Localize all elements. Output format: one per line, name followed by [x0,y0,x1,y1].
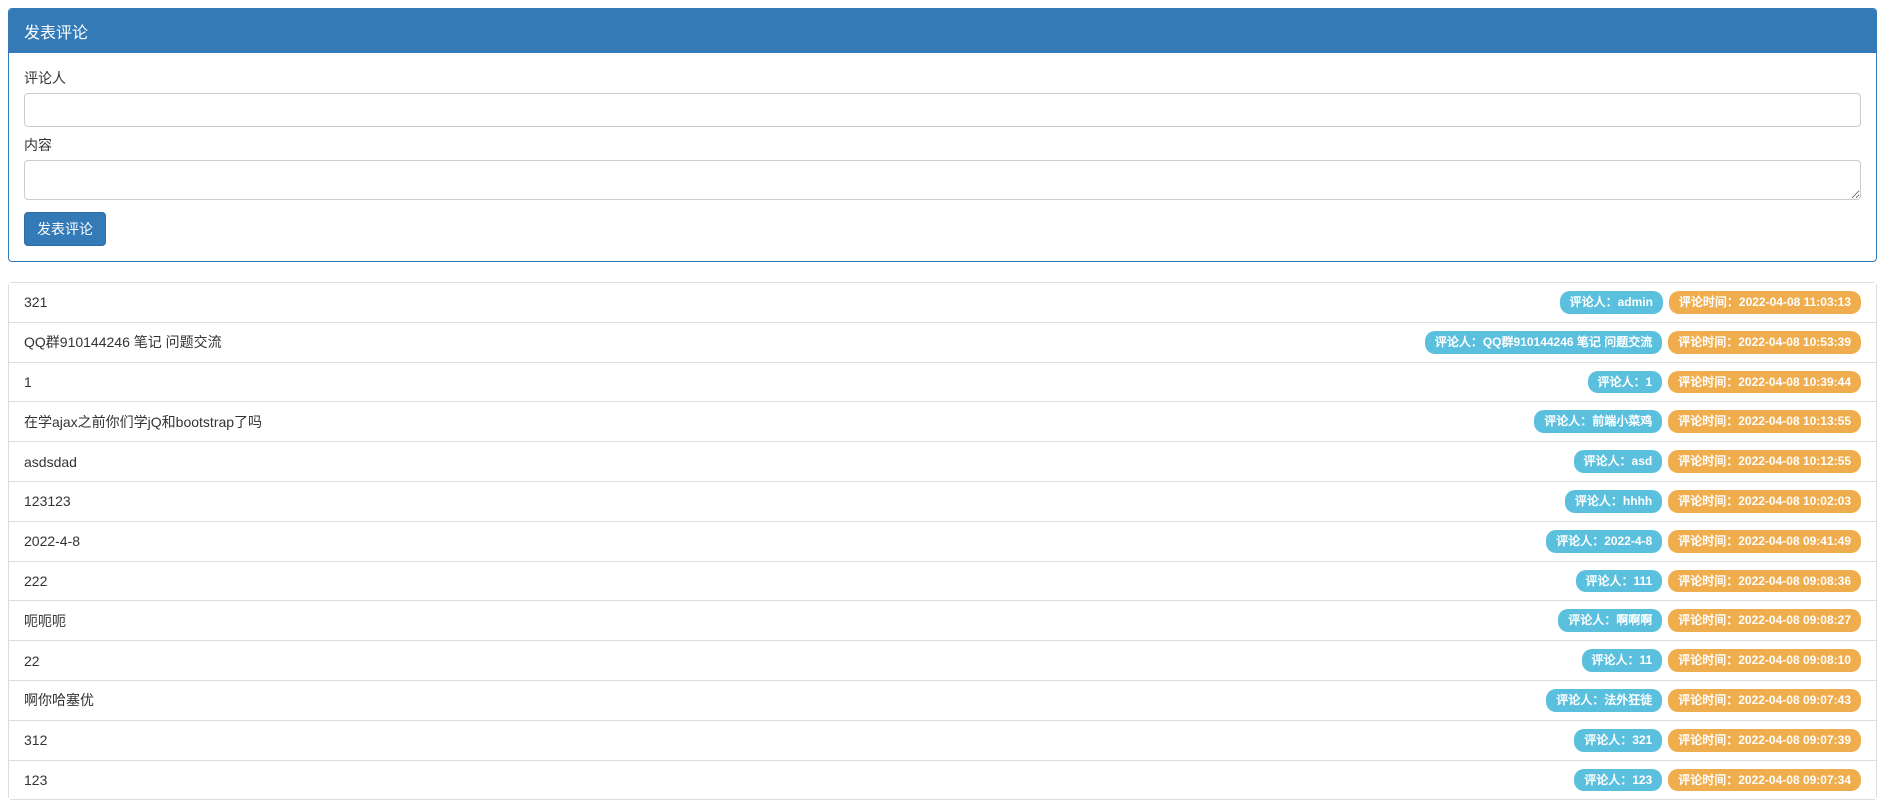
comment-content: 2022-4-8 [24,533,1536,549]
commenter-badge: 评论人：前端小菜鸡 [1534,410,1662,433]
comment-meta: 评论人：法外狂徒评论时间：2022-04-08 09:07:43 [1546,689,1861,712]
submit-button[interactable]: 发表评论 [24,212,106,246]
commenter-badge: 评论人：1 [1588,371,1663,394]
list-item: 啊你哈塞优评论人：法外狂徒评论时间：2022-04-08 09:07:43 [9,681,1876,721]
comment-list: 321 评论人：admin 评论时间：2022-04-08 11:03:13 QQ群9… [8,282,1877,800]
panel-body: 评论人 内容 发表评论 [9,53,1876,261]
comment-content: QQ群910144246 笔记 问题交流 [24,332,1415,352]
comment-content: 321 [24,294,1550,310]
comment-meta: 评论人：啊啊啊评论时间：2022-04-08 09:08:27 [1558,609,1861,632]
comment-content: 312 [24,732,1564,748]
commenter-group: 评论人 [24,68,1861,127]
list-item: QQ群910144246 笔记 问题交流评论人：QQ群910144246 笔记 … [9,323,1876,363]
comment-content: 呃呃呃 [24,611,1548,631]
list-item: 222 评论人：111评论时间：2022-04-08 09:08:36 [9,562,1876,602]
list-item: 312 评论人：321 评论时间：2022-04-08 09:07:39 [9,721,1876,761]
time-badge: 评论时间：2022-04-08 09:41:49 [1668,530,1861,553]
time-badge: 评论时间：2022-04-08 09:07:39 [1668,729,1861,752]
list-item: asdsdad 评论人：asd评论时间：2022-04-08 10:12:55 [9,442,1876,482]
time-badge: 评论时间：2022-04-08 09:08:36 [1668,570,1861,593]
list-item: 123123 评论人：hhhh 评论时间：2022-04-08 10:02:03 [9,482,1876,522]
commenter-badge: 评论人：hhhh [1565,490,1662,513]
time-badge: 评论时间：2022-04-08 10:39:44 [1668,371,1861,394]
comment-content: 123123 [24,493,1555,509]
commenter-badge: 评论人：admin [1560,291,1663,314]
commenter-badge: 评论人：啊啊啊 [1558,609,1662,632]
commenter-badge: 评论人：11 [1582,649,1663,672]
commenter-badge: 评论人：QQ群910144246 笔记 问题交流 [1425,331,1662,354]
comment-meta: 评论人：111评论时间：2022-04-08 09:08:36 [1576,570,1861,593]
commenter-badge: 评论人：111 [1576,570,1663,593]
comment-meta: 评论人：前端小菜鸡评论时间：2022-04-08 10:13:55 [1534,410,1861,433]
comment-content: 123 [24,772,1564,788]
comment-meta: 评论人：11评论时间：2022-04-08 09:08:10 [1582,649,1861,672]
time-badge: 评论时间：2022-04-08 09:07:43 [1668,689,1861,712]
panel-title: 发表评论 [9,9,1876,53]
comment-meta: 评论人：321 评论时间：2022-04-08 09:07:39 [1574,729,1861,752]
commenter-input[interactable] [24,93,1861,127]
commenter-badge: 评论人：123 [1574,769,1662,792]
list-item: 2022-4-8 评论人：2022-4-8 评论时间：2022-04-08 09:4… [9,522,1876,562]
list-item: 在学ajax之前你们学jQ和bootstrap了吗评论人：前端小菜鸡评论时间：2… [9,402,1876,442]
content-label: 内容 [24,135,1861,155]
comment-meta: 评论人：asd评论时间：2022-04-08 10:12:55 [1574,450,1861,473]
list-item: 22 评论人：11评论时间：2022-04-08 09:08:10 [9,641,1876,681]
commenter-badge: 评论人：2022-4-8 [1546,530,1662,553]
time-badge: 评论时间：2022-04-08 09:08:10 [1668,649,1861,672]
time-badge: 评论时间：2022-04-08 09:07:34 [1668,769,1861,792]
time-badge: 评论时间：2022-04-08 10:12:55 [1668,450,1861,473]
list-item: 123 评论人：123 评论时间：2022-04-08 09:07:34 [9,761,1876,800]
list-item: 1 评论人：1评论时间：2022-04-08 10:39:44 [9,363,1876,403]
content-textarea[interactable] [24,160,1861,200]
comment-content: asdsdad [24,454,1564,470]
comment-meta: 评论人：admin 评论时间：2022-04-08 11:03:13 [1560,291,1861,314]
comment-content: 222 [24,573,1566,589]
comment-meta: 评论人：QQ群910144246 笔记 问题交流评论时间：2022-04-08 … [1425,331,1861,354]
comment-form-panel: 发表评论 评论人 内容 发表评论 [8,8,1877,262]
time-badge: 评论时间：2022-04-08 10:53:39 [1668,331,1861,354]
time-badge: 评论时间：2022-04-08 10:02:03 [1668,490,1861,513]
comment-content: 啊你哈塞优 [24,690,1536,710]
time-badge: 评论时间：2022-04-08 11:03:13 [1669,291,1861,314]
commenter-label: 评论人 [24,68,1861,88]
content-group: 内容 [24,135,1861,200]
comment-content: 22 [24,653,1572,669]
comment-meta: 评论人：hhhh 评论时间：2022-04-08 10:02:03 [1565,490,1861,513]
time-badge: 评论时间：2022-04-08 09:08:27 [1668,609,1861,632]
comment-meta: 评论人：1评论时间：2022-04-08 10:39:44 [1588,371,1861,394]
comment-meta: 评论人：123 评论时间：2022-04-08 09:07:34 [1574,769,1861,792]
comment-meta: 评论人：2022-4-8 评论时间：2022-04-08 09:41:49 [1546,530,1861,553]
list-item: 呃呃呃评论人：啊啊啊评论时间：2022-04-08 09:08:27 [9,601,1876,641]
comment-content: 1 [24,374,1578,390]
commenter-badge: 评论人：321 [1574,729,1662,752]
commenter-badge: 评论人：法外狂徒 [1546,689,1662,712]
comment-content: 在学ajax之前你们学jQ和bootstrap了吗 [24,412,1524,432]
time-badge: 评论时间：2022-04-08 10:13:55 [1668,410,1861,433]
list-item: 321 评论人：admin 评论时间：2022-04-08 11:03:13 [9,283,1876,323]
commenter-badge: 评论人：asd [1574,450,1663,473]
